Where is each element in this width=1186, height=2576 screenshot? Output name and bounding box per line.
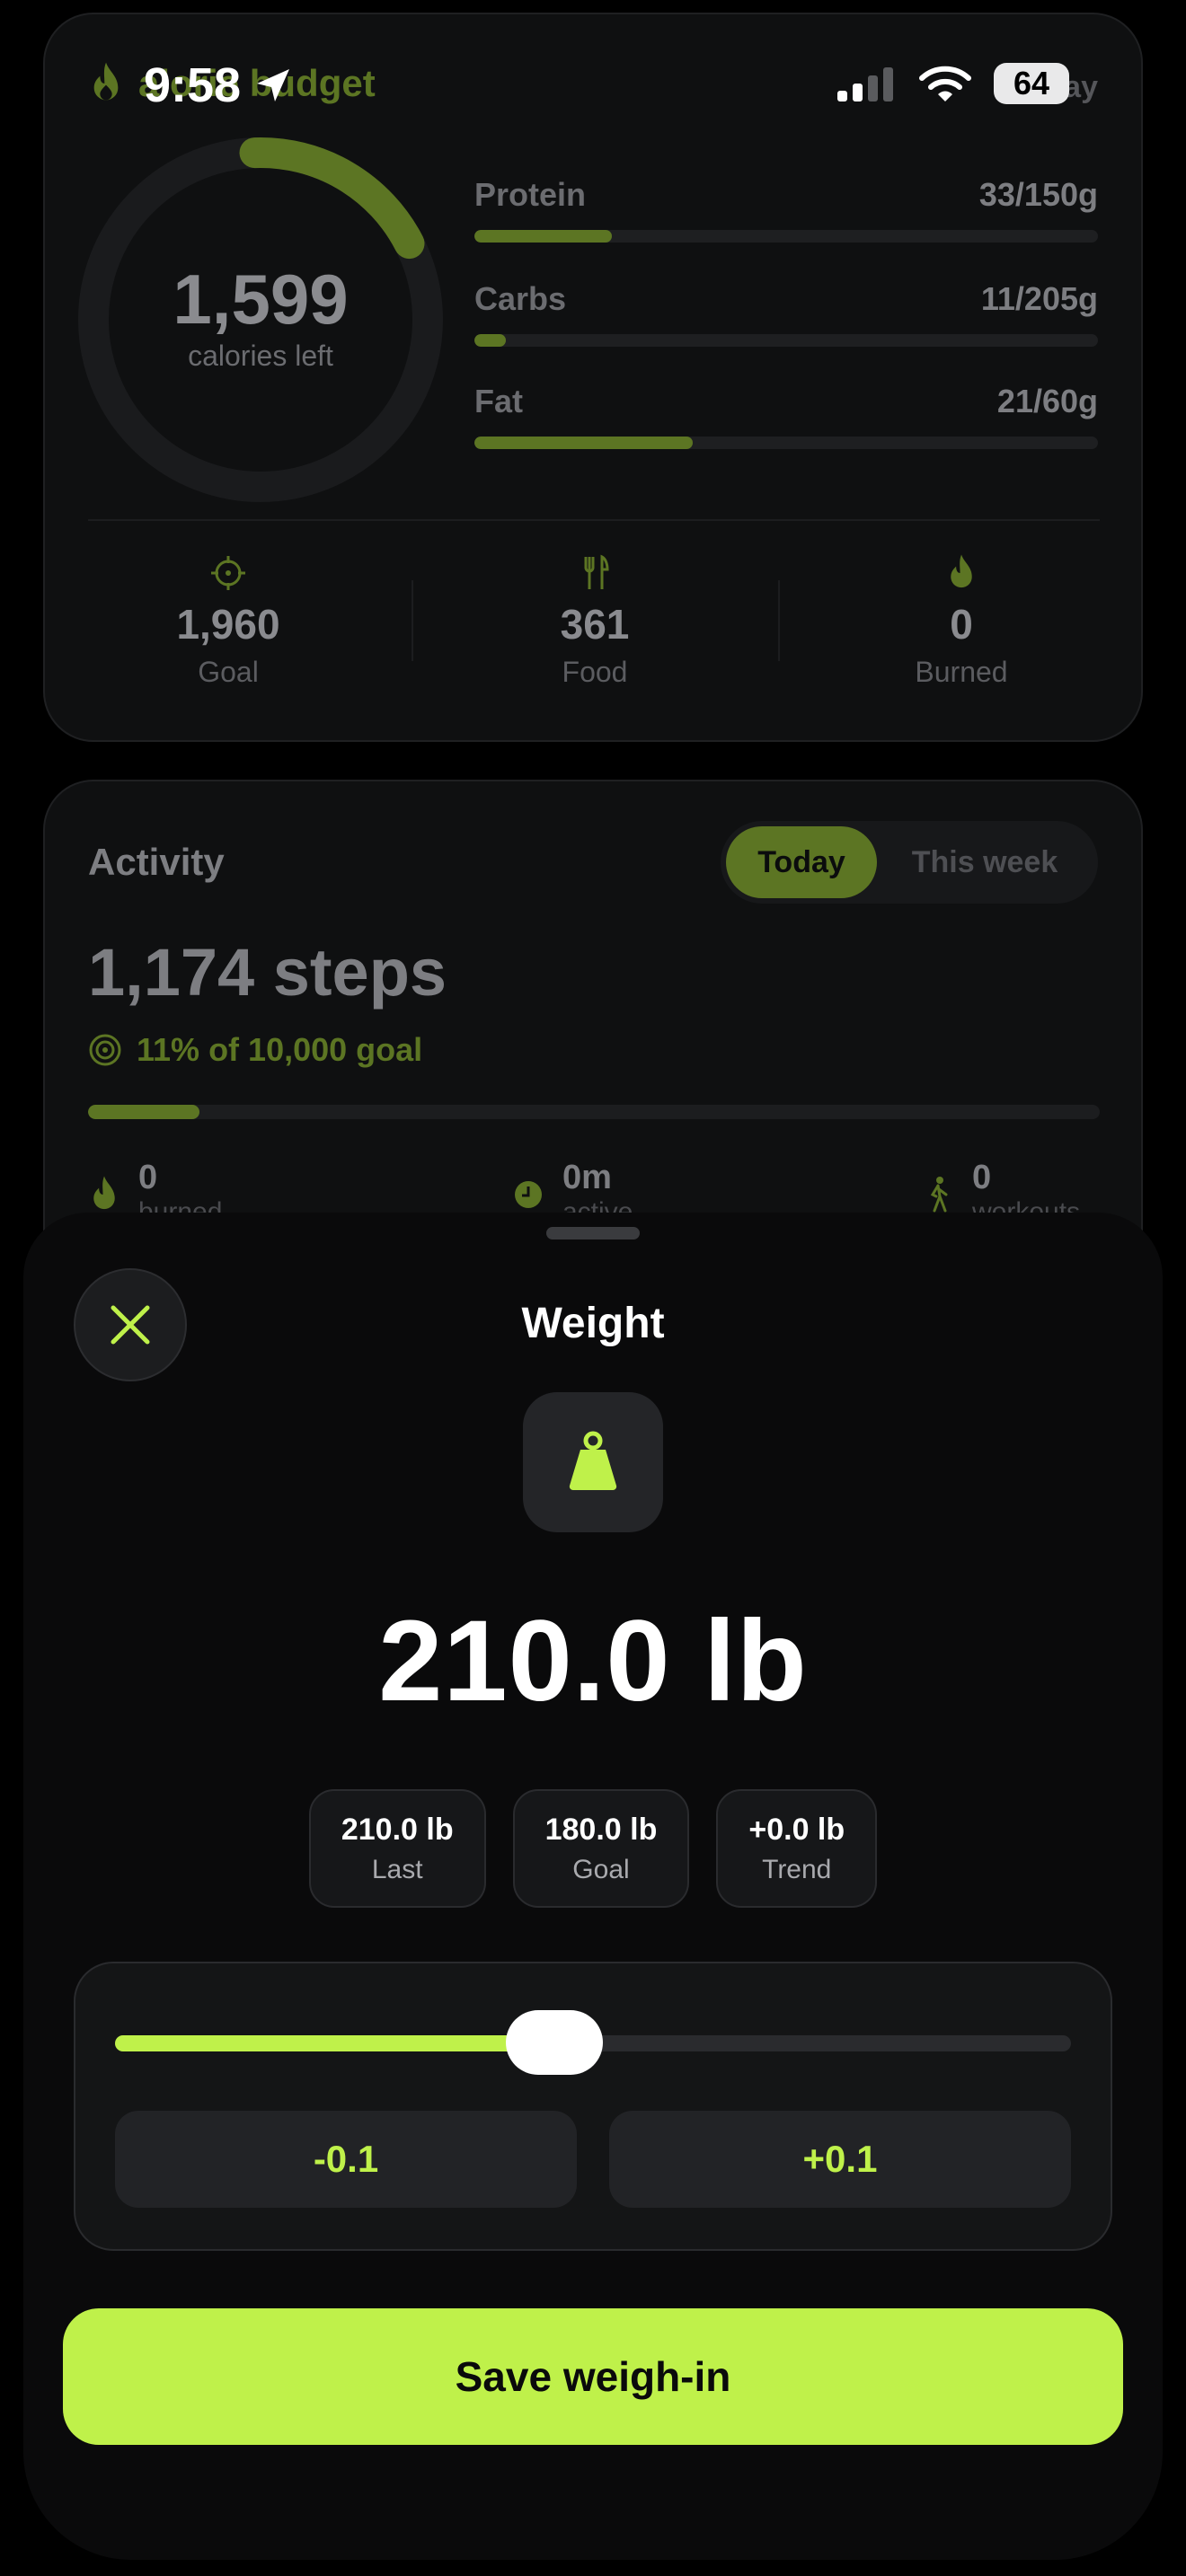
chip-label: Last <box>371 1854 423 1884</box>
decrement-button[interactable]: -0.1 <box>115 2111 577 2208</box>
stat-value: 0 <box>950 601 973 648</box>
macro-progress-fill <box>474 437 693 449</box>
macro-value: 33/150g <box>978 176 1098 213</box>
macro-carbs: Carbs 11/205g <box>474 280 1098 347</box>
weight-slider-thumb[interactable] <box>506 2010 604 2075</box>
macro-name: Carbs <box>474 280 567 317</box>
save-weigh-in-button[interactable]: Save weigh-in <box>63 2308 1123 2445</box>
stat-value: 1,960 <box>176 601 280 648</box>
macro-progress-fill <box>474 334 506 347</box>
location-arrow-icon <box>257 69 290 101</box>
macro-progress-fill <box>474 230 612 243</box>
macro-name: Protein <box>474 176 587 213</box>
mini-stat-value: 0 <box>138 1159 158 1196</box>
tab-this-week[interactable]: This week <box>877 826 1093 898</box>
macro-progress-track <box>474 334 1098 347</box>
mini-stat-value: 0 <box>972 1159 992 1196</box>
macro-name: Fat <box>474 383 523 419</box>
weight-slider-fill <box>115 2035 555 2051</box>
tab-today[interactable]: Today <box>726 826 877 898</box>
steps-goal-text: 11% of 10,000 goal <box>137 1031 423 1068</box>
steps-goal-line: 11% of 10,000 goal <box>88 1031 422 1069</box>
weight-sheet: Weight 210.0 lb 210.0 lb Last 180.0 lb G… <box>23 1213 1163 2560</box>
stat-label: Goal <box>198 656 259 688</box>
flame-icon <box>93 1176 115 1210</box>
stat-value: 361 <box>560 601 630 648</box>
cellular-signal-icon <box>837 67 893 101</box>
status-icons: 64 <box>836 63 1069 104</box>
target-icon <box>211 556 245 590</box>
macro-progress-track <box>474 230 1098 243</box>
chip-value: 210.0 lb <box>341 1812 454 1847</box>
calories-left-value: 1,599 <box>173 260 349 339</box>
flame-icon <box>951 554 972 588</box>
steps-progress-fill <box>88 1105 199 1119</box>
step-buttons: -0.1 +0.1 <box>115 2111 1071 2208</box>
macro-progress-track <box>474 437 1098 449</box>
status-bar: 9:58 64 <box>0 0 1186 171</box>
wifi-icon <box>919 66 971 101</box>
increment-button[interactable]: +0.1 <box>609 2111 1071 2208</box>
weight-adjust-card: -0.1 +0.1 <box>74 1962 1112 2251</box>
activity-period-toggle: Today This week <box>721 821 1098 904</box>
battery-level: 64 <box>1013 65 1050 101</box>
status-time: 9:58 <box>144 57 293 113</box>
chip-goal: 180.0 lb Goal <box>512 1789 690 1908</box>
status-time-text: 9:58 <box>144 58 242 112</box>
stat-goal: 1,960 Goal <box>45 553 412 689</box>
chip-trend: +0.0 lb Trend <box>716 1789 878 1908</box>
weight-summary-chips: 210.0 lb Last 180.0 lb Goal +0.0 lb Tren… <box>23 1789 1163 1908</box>
budget-divider <box>88 519 1100 521</box>
weight-badge <box>523 1392 663 1532</box>
budget-stats: 1,960 Goal 361 Food 0 Burned <box>45 553 1145 689</box>
stat-label: Burned <box>915 656 1008 688</box>
chip-last: 210.0 lb Last <box>308 1789 486 1908</box>
macro-value: 11/205g <box>980 280 1098 317</box>
chip-value: +0.0 lb <box>748 1812 845 1847</box>
fork-knife-icon <box>584 554 609 589</box>
calories-left-label: calories left <box>188 340 333 372</box>
battery-icon: 64 <box>994 63 1069 104</box>
macro-fat: Fat 21/60g <box>474 383 1098 449</box>
target-icon <box>89 1034 121 1066</box>
stat-burned: 0 Burned <box>778 553 1145 689</box>
stat-label: Food <box>562 656 628 688</box>
sheet-grabber[interactable] <box>546 1227 640 1239</box>
steps-progress-track <box>88 1105 1100 1119</box>
steps-count: 1,174 steps <box>88 935 447 1010</box>
chip-label: Goal <box>572 1854 630 1884</box>
chip-label: Trend <box>762 1854 832 1884</box>
chip-value: 180.0 lb <box>544 1812 658 1847</box>
macro-protein: Protein 33/150g <box>474 176 1098 243</box>
activity-card[interactable]: Activity Today This week 1,174 steps 11%… <box>43 780 1143 1283</box>
current-weight-value: 210.0 lb <box>378 1597 808 1725</box>
sheet-title: Weight <box>521 1300 665 1347</box>
clock-icon <box>515 1181 542 1208</box>
activity-title: Activity <box>88 841 225 883</box>
stat-food: 361 Food <box>412 553 778 689</box>
kettlebell-icon <box>569 1431 617 1491</box>
mini-stat-value: 0m <box>562 1159 612 1196</box>
macro-value: 21/60g <box>996 383 1098 419</box>
walking-icon <box>930 1177 948 1213</box>
background-dashboard: alorie budget day 1,599 calories left Pr… <box>0 0 1186 1283</box>
